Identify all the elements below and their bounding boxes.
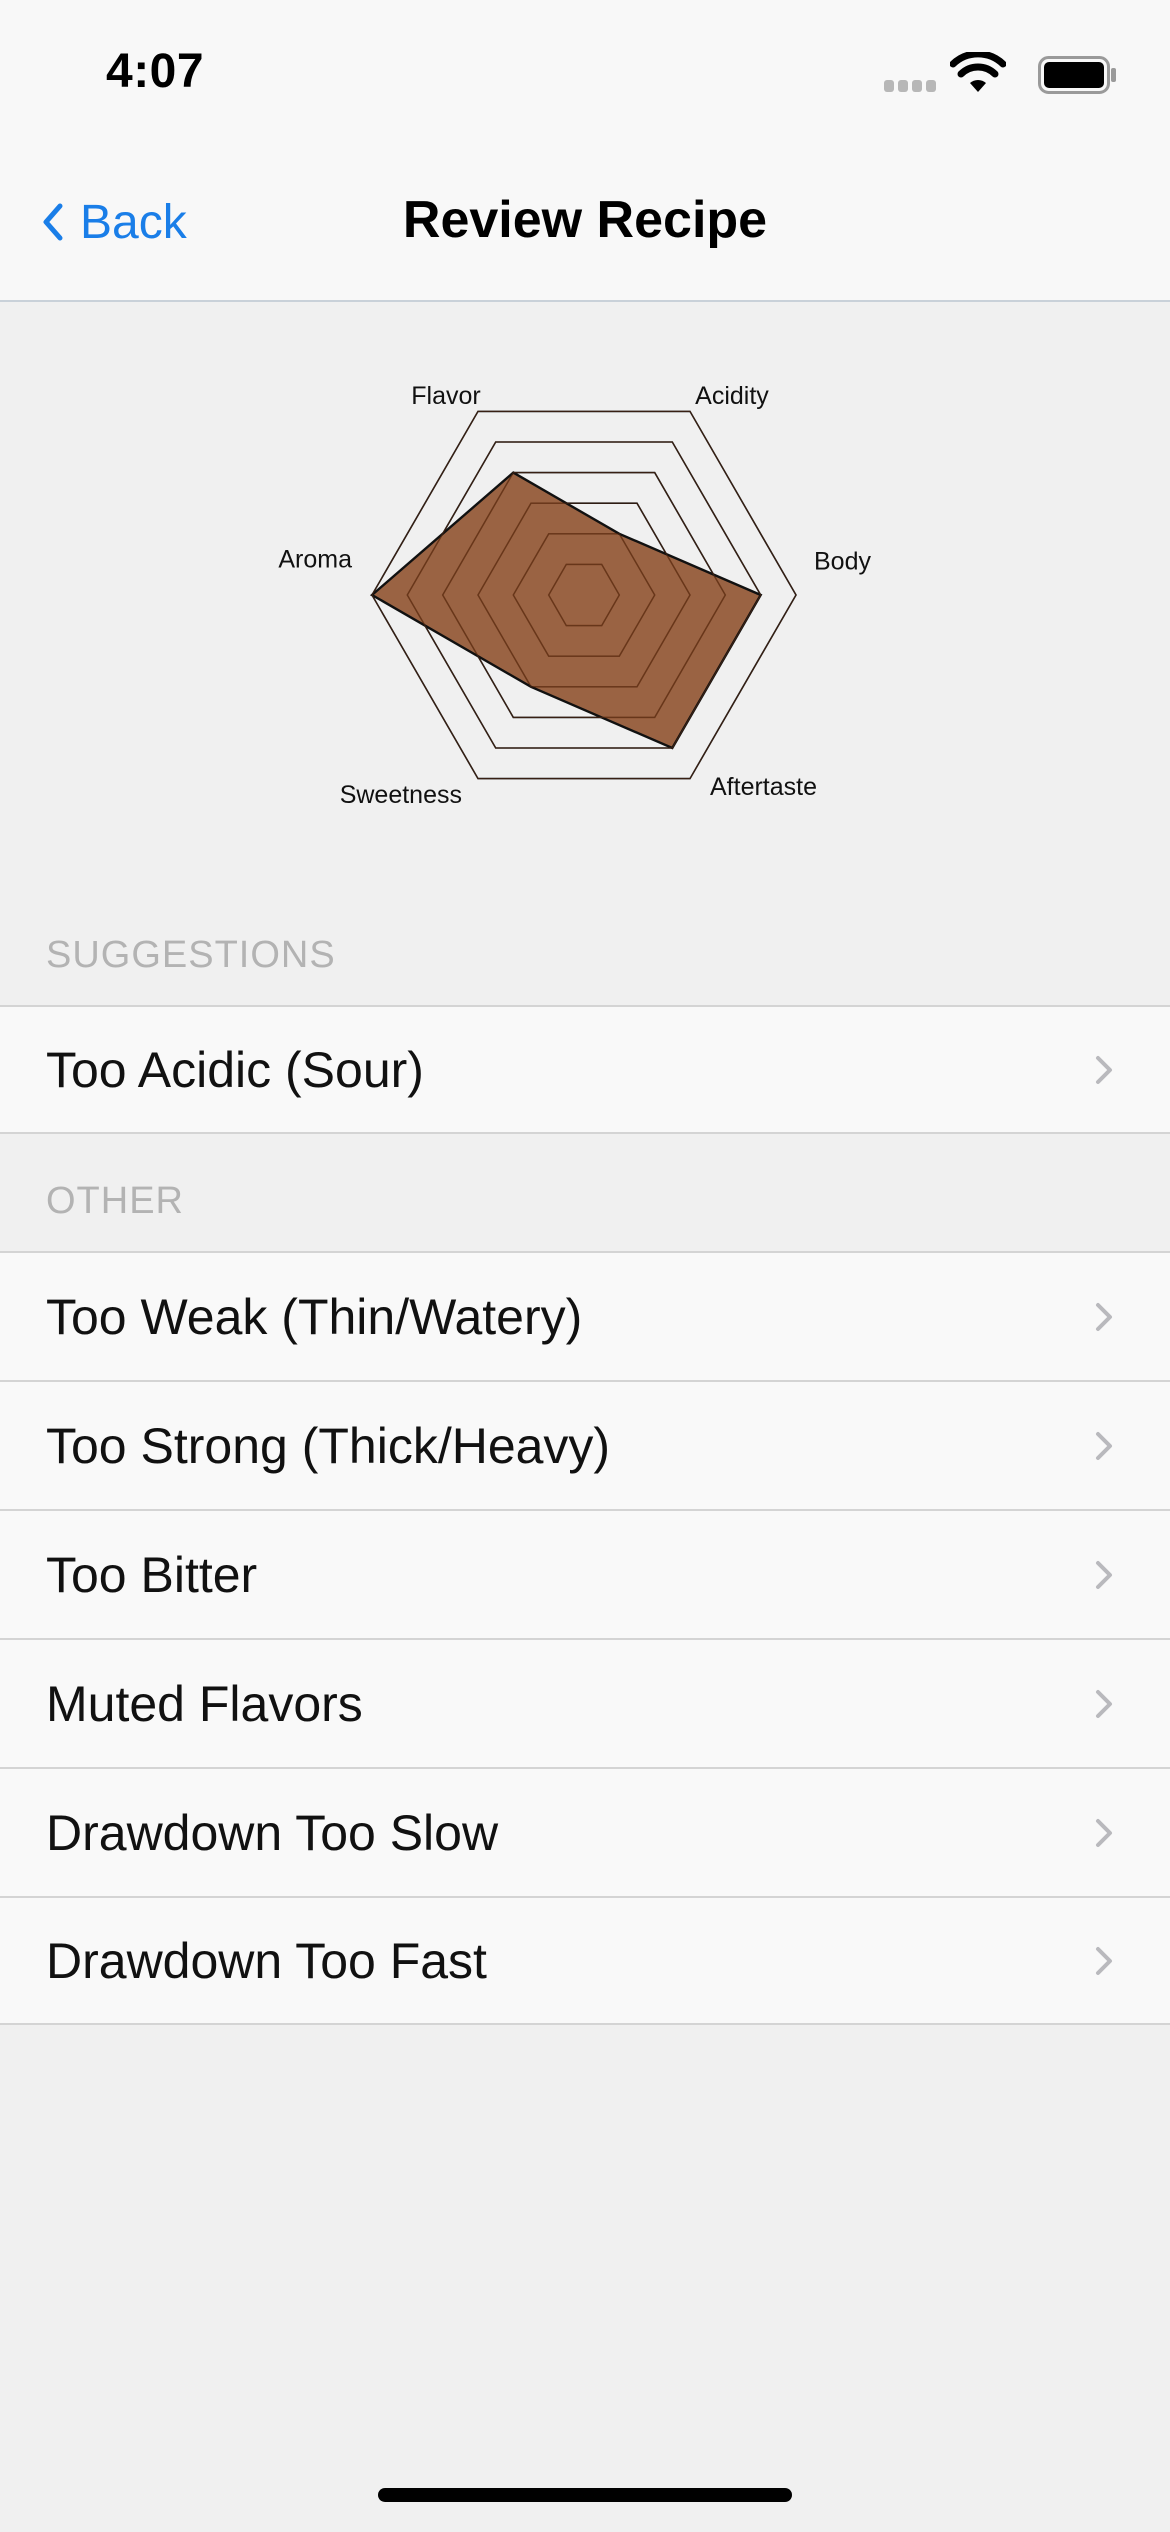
chevron-right-icon: [1096, 1818, 1112, 1847]
list-item-label: Muted Flavors: [46, 1675, 363, 1732]
list-item-label: Drawdown Too Fast: [46, 1932, 487, 1989]
list-item[interactable]: Too Bitter: [0, 1509, 1170, 1638]
suggestions-list: Too Acidic (Sour): [0, 1005, 1170, 1134]
axis-label-aroma: Aroma: [278, 546, 352, 574]
axis-label-flavor: Flavor: [411, 382, 480, 410]
axis-label-aftertaste: Aftertaste: [710, 773, 817, 801]
chevron-right-icon: [1096, 1689, 1112, 1718]
wifi-icon: [950, 52, 1006, 92]
review-recipe-screen: 4:07 Back Review Recipe Flavor Acidity B…: [0, 0, 1170, 2532]
radar-chart-svg: Flavor Acidity Body Aftertaste Sweetness Arom…: [278, 382, 871, 809]
list-item-label: Too Bitter: [46, 1546, 258, 1603]
flavor-radar-chart: Flavor Acidity Body Aftertaste Sweetness Arom…: [278, 360, 880, 820]
chevron-right-icon: [1096, 1431, 1112, 1460]
list-item[interactable]: Muted Flavors: [0, 1638, 1170, 1767]
radar-data-shape: [369, 471, 763, 750]
list-item[interactable]: Drawdown Too Fast: [0, 1896, 1170, 2025]
battery-icon: [1038, 56, 1116, 94]
suggestions-section-header: SUGGESTIONS: [46, 934, 336, 976]
axis-label-acidity: Acidity: [695, 382, 769, 410]
page-title: Review Recipe: [402, 191, 768, 249]
home-indicator: [378, 2488, 792, 2502]
chevron-right-icon: [1096, 1560, 1112, 1589]
list-item-label: Too Strong (Thick/Heavy): [46, 1417, 611, 1474]
list-item-label: Too Weak (Thin/Watery): [46, 1288, 583, 1345]
list-item[interactable]: Too Strong (Thick/Heavy): [0, 1380, 1170, 1509]
list-item-label: Drawdown Too Slow: [46, 1804, 499, 1861]
axis-label-sweetness: Sweetness: [340, 781, 462, 809]
other-list: Too Weak (Thin/Watery) Too Strong (Thick/…: [0, 1251, 1170, 2025]
other-section-header: OTHER: [46, 1180, 184, 1222]
list-item[interactable]: Too Acidic (Sour): [0, 1005, 1170, 1134]
cellular-signal-icon: [884, 80, 936, 92]
list-item-label: Too Acidic (Sour): [46, 1041, 424, 1098]
top-bar: 4:07 Back Review Recipe: [0, 0, 1170, 302]
list-item[interactable]: Drawdown Too Slow: [0, 1767, 1170, 1896]
chevron-right-icon: [1096, 1055, 1112, 1084]
chevron-right-icon: [1096, 1946, 1112, 1975]
list-item[interactable]: Too Weak (Thin/Watery): [0, 1251, 1170, 1380]
chevron-right-icon: [1096, 1302, 1112, 1331]
axis-label-body: Body: [814, 548, 871, 576]
status-time: 4:07: [106, 45, 205, 98]
